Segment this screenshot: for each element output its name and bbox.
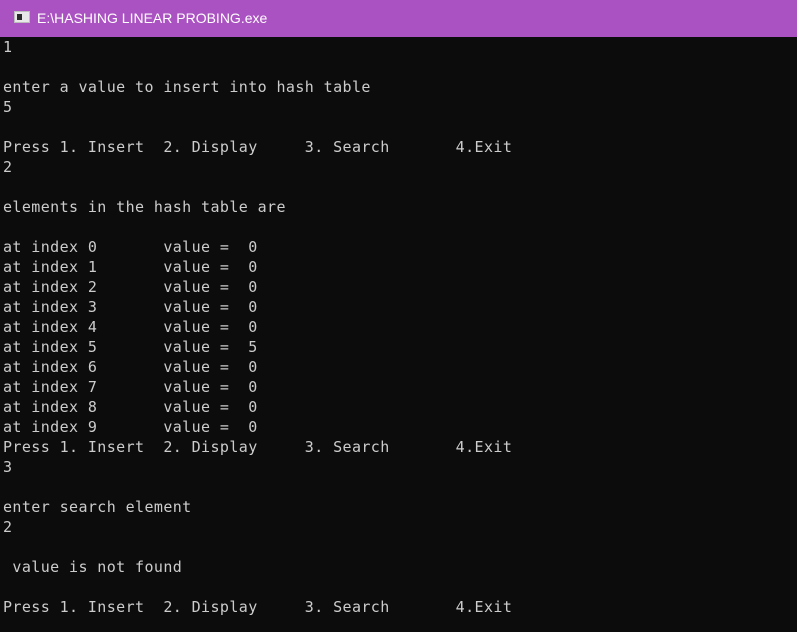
console-line: 3	[3, 458, 13, 476]
console-line: 2	[3, 158, 13, 176]
console-line: value is not found	[3, 558, 183, 576]
console-window: E:\HASHING LINEAR PROBING.exe 1 enter a …	[0, 0, 797, 632]
console-line: 2	[3, 518, 13, 536]
console-line: elements in the hash table are	[3, 198, 286, 216]
console-app-icon	[14, 11, 30, 23]
console-line: at index 4 value = 0	[3, 318, 258, 336]
console-line: at index 0 value = 0	[3, 238, 258, 256]
console-output[interactable]: 1 enter a value to insert into hash tabl…	[0, 37, 797, 632]
console-line: at index 2 value = 0	[3, 278, 258, 296]
console-line: 1	[3, 38, 13, 56]
console-line: at index 1 value = 0	[3, 258, 258, 276]
console-line: Press 1. Insert 2. Display 3. Search 4.E…	[3, 138, 513, 156]
console-line: at index 3 value = 0	[3, 298, 258, 316]
console-line: at index 7 value = 0	[3, 378, 258, 396]
window-title: E:\HASHING LINEAR PROBING.exe	[37, 10, 268, 26]
console-line: at index 9 value = 0	[3, 418, 258, 436]
console-line: enter a value to insert into hash table	[3, 78, 371, 96]
console-line: 5	[3, 98, 13, 116]
console-line: at index 8 value = 0	[3, 398, 258, 416]
console-line: at index 6 value = 0	[3, 358, 258, 376]
console-line: at index 5 value = 5	[3, 338, 258, 356]
title-bar[interactable]: E:\HASHING LINEAR PROBING.exe	[0, 0, 797, 37]
console-line: Press 1. Insert 2. Display 3. Search 4.E…	[3, 598, 513, 616]
console-line: Press 1. Insert 2. Display 3. Search 4.E…	[3, 438, 513, 456]
console-line: enter search element	[3, 498, 192, 516]
